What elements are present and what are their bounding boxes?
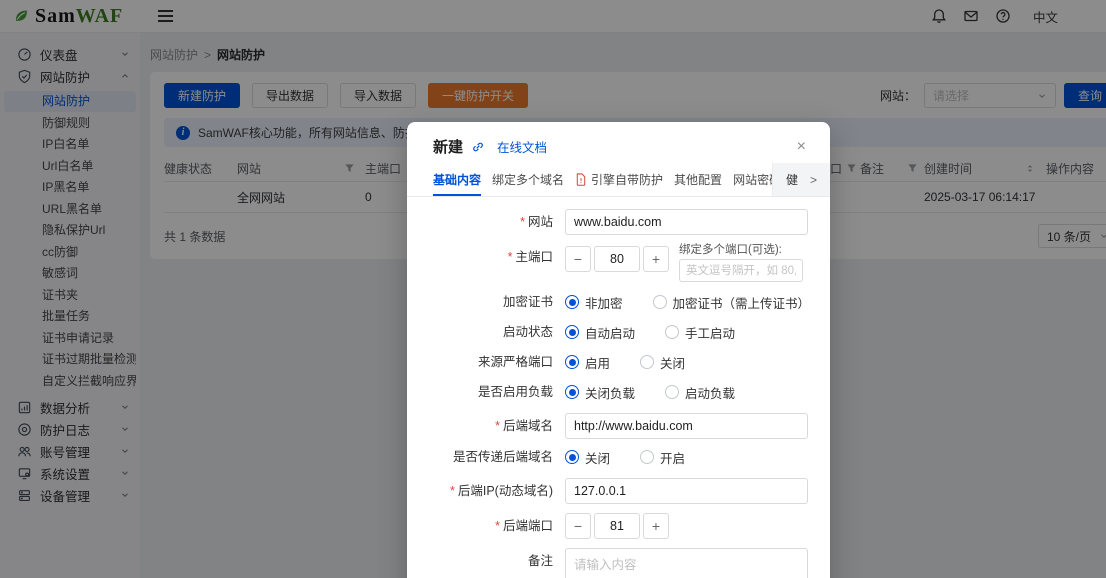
radio-option-enable[interactable]: 启用	[565, 353, 610, 372]
remark-textarea[interactable]	[565, 548, 808, 578]
radio-unchecked-icon	[640, 450, 655, 464]
form-row-start-state: 启动状态 自动启动 手工启动	[415, 323, 810, 341]
modal-form: *网站 *主端口 − 80 + 绑定多个端口(可选): 加密证书 非加密	[407, 197, 830, 578]
tabs-scroll-right-icon[interactable]: >	[810, 173, 817, 187]
field-label: 后端端口	[502, 519, 553, 533]
tabs-overflow-area: 健 >	[772, 163, 830, 196]
form-row-pass-domain: 是否传递后端域名 关闭 开启	[415, 448, 810, 466]
form-row-remark: 备注	[415, 548, 810, 578]
stepper-plus-button[interactable]: +	[643, 246, 669, 272]
field-label: 是否传递后端域名	[452, 450, 553, 464]
field-label: 启动状态	[502, 325, 553, 339]
stepper-minus-button[interactable]: −	[565, 513, 591, 539]
red-file-icon	[576, 173, 586, 186]
tab-truncated[interactable]: 健	[786, 171, 798, 188]
field-label: 主端口	[515, 250, 553, 264]
radio-option-pass-on[interactable]: 开启	[640, 448, 685, 467]
radio-unchecked-icon	[652, 295, 667, 309]
online-docs-link[interactable]: 在线文档	[497, 137, 547, 156]
field-label: 来源严格端口	[477, 355, 553, 369]
form-row-backend-port: * 后端端口 − 81 +	[415, 513, 810, 539]
backend-port-stepper: − 81 +	[565, 513, 669, 539]
form-row-load-balance: 是否启用负载 关闭负载 启动负载	[415, 383, 810, 401]
tab-engine-protection[interactable]: 引擎自带防护	[575, 163, 663, 196]
multi-port-label: 绑定多个端口(可选):	[679, 244, 782, 256]
radio-unchecked-icon	[640, 355, 655, 369]
link-icon	[473, 142, 483, 151]
form-row-website: * 网站	[415, 209, 810, 235]
radio-option-disable[interactable]: 关闭	[640, 353, 685, 372]
required-mark: *	[495, 419, 500, 433]
modal-title: 新建	[433, 139, 464, 156]
main-port-stepper: − 80 +	[565, 246, 669, 272]
form-row-backend-ip: * 后端IP(动态域名)	[415, 478, 810, 504]
multi-port-block: 绑定多个端口(可选):	[679, 241, 803, 282]
multi-port-input[interactable]	[679, 259, 803, 282]
form-row-backend-domain: * 后端域名	[415, 413, 810, 439]
radio-option-pass-off[interactable]: 关闭	[565, 448, 610, 467]
radio-unchecked-icon	[665, 325, 680, 339]
backend-port-value[interactable]: 81	[594, 513, 640, 539]
tab-other-config[interactable]: 其他配置	[674, 163, 722, 196]
field-label: 加密证书	[502, 295, 553, 309]
radio-checked-icon	[565, 295, 579, 309]
field-label: 后端IP(动态域名)	[457, 484, 553, 498]
radio-checked-icon	[565, 450, 579, 464]
form-row-cert: 加密证书 非加密 加密证书（需上传证书）	[415, 293, 810, 311]
radio-option-auto-start[interactable]: 自动启动	[565, 323, 635, 342]
stepper-plus-button[interactable]: +	[643, 513, 669, 539]
modal-header: 新建 在线文档 ×	[407, 122, 830, 163]
tab-basic-content[interactable]: 基础内容	[433, 163, 482, 196]
radio-option-manual-start[interactable]: 手工启动	[665, 323, 735, 342]
website-input[interactable]	[565, 209, 808, 235]
field-label: 后端域名	[502, 419, 553, 433]
form-row-strict-port: 来源严格端口 启用 关闭	[415, 353, 810, 371]
radio-checked-icon	[565, 325, 579, 339]
field-label: 网站	[527, 215, 553, 229]
backend-ip-input[interactable]	[565, 478, 808, 504]
required-mark: *	[507, 250, 513, 264]
main-port-value[interactable]: 80	[594, 246, 640, 272]
field-label: 备注	[527, 554, 553, 568]
tab-bind-domains[interactable]: 绑定多个域名	[492, 163, 564, 196]
field-label: 是否启用负载	[477, 385, 553, 399]
radio-option-encrypt-cert[interactable]: 加密证书（需上传证书）	[652, 293, 810, 312]
radio-checked-icon	[565, 355, 579, 369]
radio-checked-icon	[565, 385, 579, 399]
radio-option-no-encrypt[interactable]: 非加密	[565, 293, 623, 312]
backend-domain-input[interactable]	[565, 413, 808, 439]
required-mark: *	[495, 519, 500, 533]
radio-option-load-off[interactable]: 关闭负载	[565, 383, 635, 402]
radio-option-load-on[interactable]: 启动负载	[665, 383, 735, 402]
close-icon[interactable]: ×	[793, 137, 810, 157]
form-row-main-port: * 主端口 − 80 + 绑定多个端口(可选):	[415, 244, 810, 282]
required-mark: *	[449, 484, 455, 498]
radio-unchecked-icon	[665, 385, 680, 399]
modal-tabs: 基础内容 绑定多个域名 引擎自带防护 其他配置 网站密码访问 健 >	[407, 163, 830, 197]
required-mark: *	[520, 215, 525, 229]
stepper-minus-button[interactable]: −	[565, 246, 591, 272]
new-protection-modal: 新建 在线文档 × 基础内容 绑定多个域名 引擎自带防护 其他配置 网站密码访问…	[407, 122, 830, 578]
